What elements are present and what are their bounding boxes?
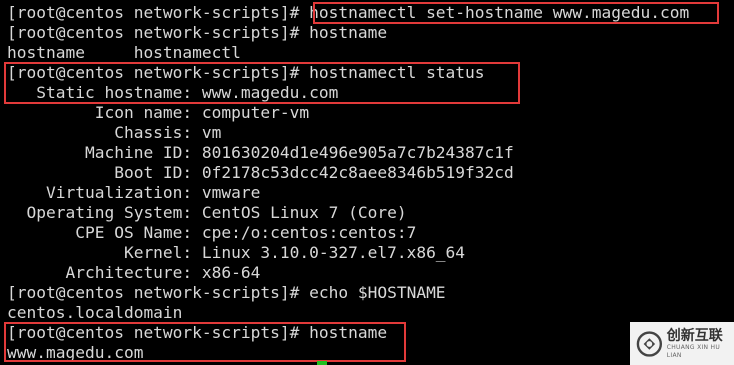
terminal-line-16: centos.localdomain <box>7 303 183 322</box>
terminal-line-7: Chassis: vm <box>7 123 222 142</box>
watermark-name: 创新互联 <box>666 327 723 344</box>
terminal-line-14: Architecture: x86-64 <box>7 263 261 282</box>
terminal-line-15: [root@centos network-scripts]# echo $HOS… <box>7 283 446 302</box>
terminal-line-4: [root@centos network-scripts]# hostnamec… <box>7 63 485 82</box>
terminal-line-3: hostname hostnamectl <box>7 43 241 62</box>
terminal-line-13: Kernel: Linux 3.10.0-327.el7.x86_64 <box>7 243 466 262</box>
terminal-line-2: [root@centos network-scripts]# hostname <box>7 23 388 42</box>
terminal-line-10: Virtualization: vmware <box>7 183 261 202</box>
terminal-line-5: Static hostname: www.magedu.com <box>7 83 339 102</box>
terminal-line-12: CPE OS Name: cpe:/o:centos:centos:7 <box>7 223 417 242</box>
terminal-line-1: [root@centos network-scripts]# hostnamec… <box>7 3 690 22</box>
terminal-line-18: www.magedu.com <box>7 343 144 362</box>
terminal-line-6: Icon name: computer-vm <box>7 103 310 122</box>
terminal-cursor <box>317 361 327 365</box>
terminal-line-17: [root@centos network-scripts]# hostname <box>7 323 388 342</box>
terminal-window[interactable]: [root@centos network-scripts]# hostnamec… <box>0 0 734 365</box>
terminal-line-11: Operating System: CentOS Linux 7 (Core) <box>7 203 407 222</box>
watermark-subtitle: CHUANG XIN HU LIAN <box>666 343 721 359</box>
watermark-logo-icon <box>636 330 663 357</box>
terminal-line-9: Boot ID: 0f2178c53dcc42c8aee8346b519f32c… <box>7 163 514 182</box>
watermark: 创新互联 CHUANG XIN HU LIAN <box>630 322 734 365</box>
terminal-line-8: Machine ID: 801630204d1e496e905a7c7b2438… <box>7 143 514 162</box>
